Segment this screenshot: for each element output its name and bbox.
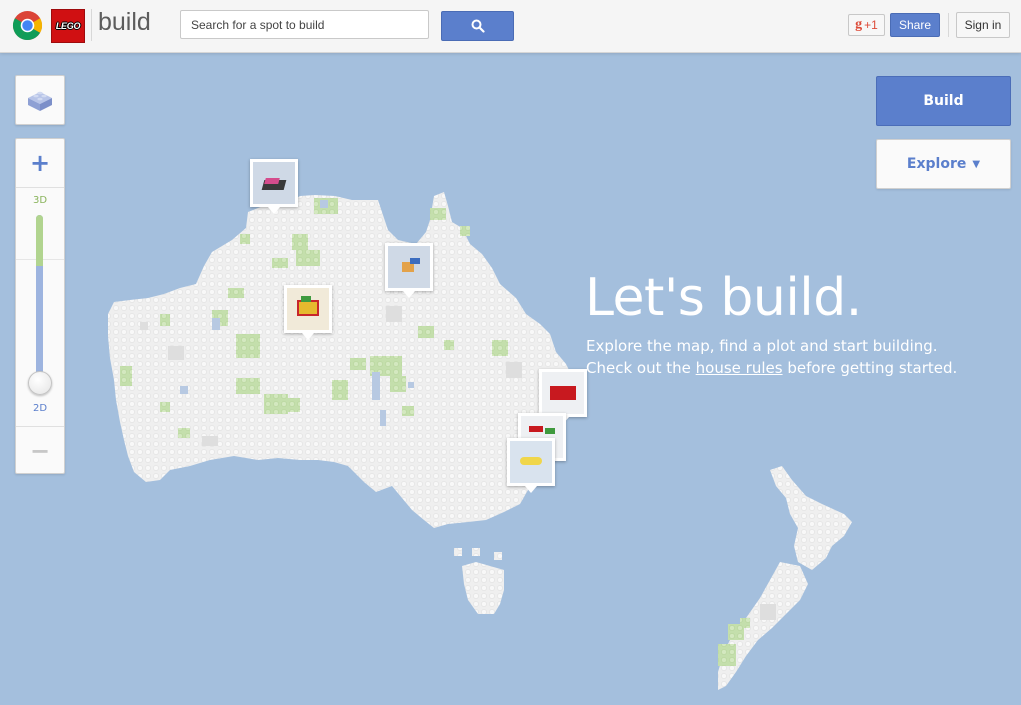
zoom-slider-handle[interactable] bbox=[28, 371, 52, 395]
house-rules-link[interactable]: house rules bbox=[696, 359, 783, 377]
tasmania-landmass[interactable] bbox=[462, 562, 504, 614]
chrome-logo-icon[interactable] bbox=[12, 10, 43, 41]
hero-line-1: Explore the map, find a plot and start b… bbox=[586, 337, 938, 355]
sign-in-button[interactable]: Sign in bbox=[956, 12, 1010, 38]
search-icon bbox=[471, 19, 485, 33]
map-pin-build[interactable] bbox=[507, 438, 555, 493]
hero-line-2-suffix: before getting started. bbox=[787, 359, 958, 377]
hero-title: Let's build. bbox=[585, 268, 862, 328]
brick-view-button[interactable] bbox=[15, 75, 65, 125]
map-pin-build[interactable] bbox=[539, 369, 587, 424]
build-button[interactable]: Build bbox=[876, 76, 1011, 126]
view-3d-label[interactable]: 3D bbox=[16, 195, 64, 206]
hero-line-2-prefix: Check out the bbox=[586, 359, 691, 377]
brand-divider bbox=[91, 9, 92, 41]
gplus-button[interactable]: g +1 bbox=[848, 14, 885, 36]
header-divider bbox=[948, 13, 949, 37]
search-input[interactable] bbox=[180, 10, 429, 39]
nz-north-landmass[interactable] bbox=[770, 466, 852, 570]
top-bar: LEGO build g +1 Share Sign in bbox=[0, 0, 1021, 53]
caret-down-icon: ▼ bbox=[972, 158, 981, 170]
map-pin-build[interactable] bbox=[250, 159, 298, 214]
lego-brick-icon bbox=[28, 91, 52, 111]
zoom-in-button[interactable]: + bbox=[16, 139, 64, 188]
map-pin-build[interactable] bbox=[284, 285, 332, 340]
zoom-slider-fill bbox=[36, 215, 43, 266]
hero-tagline: Explore the map, find a plot and start b… bbox=[586, 335, 957, 379]
share-button[interactable]: Share bbox=[890, 13, 940, 37]
gplus-label: +1 bbox=[864, 18, 878, 32]
map-pin-build[interactable] bbox=[385, 243, 433, 298]
brand-title[interactable]: build bbox=[98, 8, 151, 37]
search-button[interactable] bbox=[441, 11, 514, 41]
explore-label: Explore bbox=[906, 156, 967, 172]
view-2d-label[interactable]: 2D bbox=[16, 403, 64, 414]
zoom-control: + 3D 2D − bbox=[15, 138, 65, 474]
zoom-out-button[interactable]: − bbox=[16, 426, 64, 474]
lego-logo-icon[interactable]: LEGO bbox=[51, 9, 85, 43]
explore-button[interactable]: Explore ▼ bbox=[876, 139, 1011, 189]
gplus-icon: g bbox=[855, 17, 863, 32]
zoom-slider-track[interactable] bbox=[36, 215, 43, 385]
